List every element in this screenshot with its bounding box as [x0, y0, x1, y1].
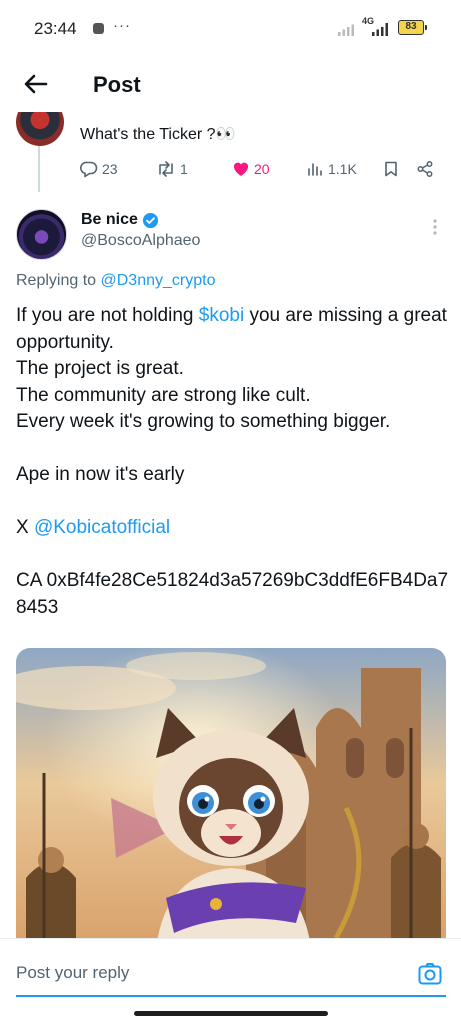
views-button[interactable]: 1.1K: [306, 160, 357, 178]
share-button[interactable]: [416, 160, 434, 178]
post-image[interactable]: [16, 648, 446, 948]
parent-post[interactable]: What's the Ticker ?👀 23 1 20 1.1K: [0, 112, 461, 192]
bookmark-button[interactable]: [382, 160, 400, 178]
post-line: The project is great.: [16, 358, 184, 379]
post-line: Ape in now it's early: [16, 464, 185, 485]
camera-button[interactable]: [417, 961, 443, 987]
top-app-bar: Post: [0, 58, 461, 112]
back-button[interactable]: [20, 68, 52, 100]
view-count: 1.1K: [328, 161, 357, 177]
post-line: Every week it's growing to something big…: [16, 411, 391, 432]
post-line: If you are not holding $kobi you are mis…: [16, 303, 456, 356]
post-body: If you are not holding $kobi you are mis…: [16, 303, 456, 621]
display-name: Be nice: [81, 211, 138, 228]
reply-input[interactable]: Post your reply: [16, 963, 396, 987]
status-time: 23:44: [34, 19, 77, 38]
thread-connector: [38, 146, 40, 192]
status-bar: 23:44 ··· 4G 83: [0, 0, 461, 58]
notification-app-icon: [93, 23, 104, 34]
cat-warrior-illustration: [16, 648, 446, 948]
cashtag-link[interactable]: $kobi: [199, 305, 244, 326]
battery-icon: 83: [398, 20, 427, 35]
heart-filled-icon: [233, 162, 249, 176]
share-icon: [417, 161, 433, 177]
like-count: 20: [254, 161, 270, 177]
post-text: X: [16, 517, 34, 538]
bookmark-icon: [385, 161, 397, 177]
avatar[interactable]: [16, 112, 64, 146]
views-icon: [308, 163, 322, 176]
repost-icon: [159, 161, 173, 177]
post-text: If you are not holding: [16, 305, 199, 326]
replying-to: Replying to @D3nny_crypto: [16, 272, 215, 290]
post-line: X @Kobicatofficial: [16, 515, 456, 542]
verified-badge-icon: [142, 212, 158, 228]
avatar[interactable]: [16, 209, 67, 260]
home-indicator[interactable]: [134, 1011, 328, 1016]
repost-count: 1: [180, 161, 188, 177]
more-vertical-icon: [433, 219, 437, 235]
like-button[interactable]: 20: [232, 160, 270, 178]
repost-button[interactable]: 1: [156, 160, 188, 178]
replying-prefix: Replying to: [16, 272, 101, 289]
reply-count: 23: [102, 161, 118, 177]
camera-icon: [418, 963, 442, 985]
signal-icon: [338, 24, 354, 36]
signal-icon: [372, 23, 388, 36]
arrow-left-icon: [24, 74, 48, 94]
replying-to-link[interactable]: @D3nny_crypto: [101, 272, 216, 289]
input-underline: [16, 995, 446, 997]
reply-composer: Post your reply: [0, 938, 461, 1008]
post-line: The community are strong like cult.: [16, 384, 311, 406]
reply-button[interactable]: 23: [80, 160, 118, 178]
more-options-button[interactable]: [428, 217, 442, 237]
author-handle[interactable]: @BoscoAlphaeo: [81, 232, 200, 250]
post-actions: 23 1 20 1.1K: [80, 160, 450, 182]
page-title: Post: [93, 72, 141, 97]
reply-icon: [80, 161, 98, 178]
mention-link[interactable]: @Kobicatofficial: [34, 517, 170, 538]
post-text: What's the Ticker ?👀: [80, 126, 236, 143]
author-name[interactable]: Be nice: [81, 211, 159, 229]
contract-address: CA 0xBf4fe28Ce51824d3a57269bC3ddfE6FB4Da…: [16, 570, 449, 618]
status-more-dots: ···: [113, 17, 131, 34]
